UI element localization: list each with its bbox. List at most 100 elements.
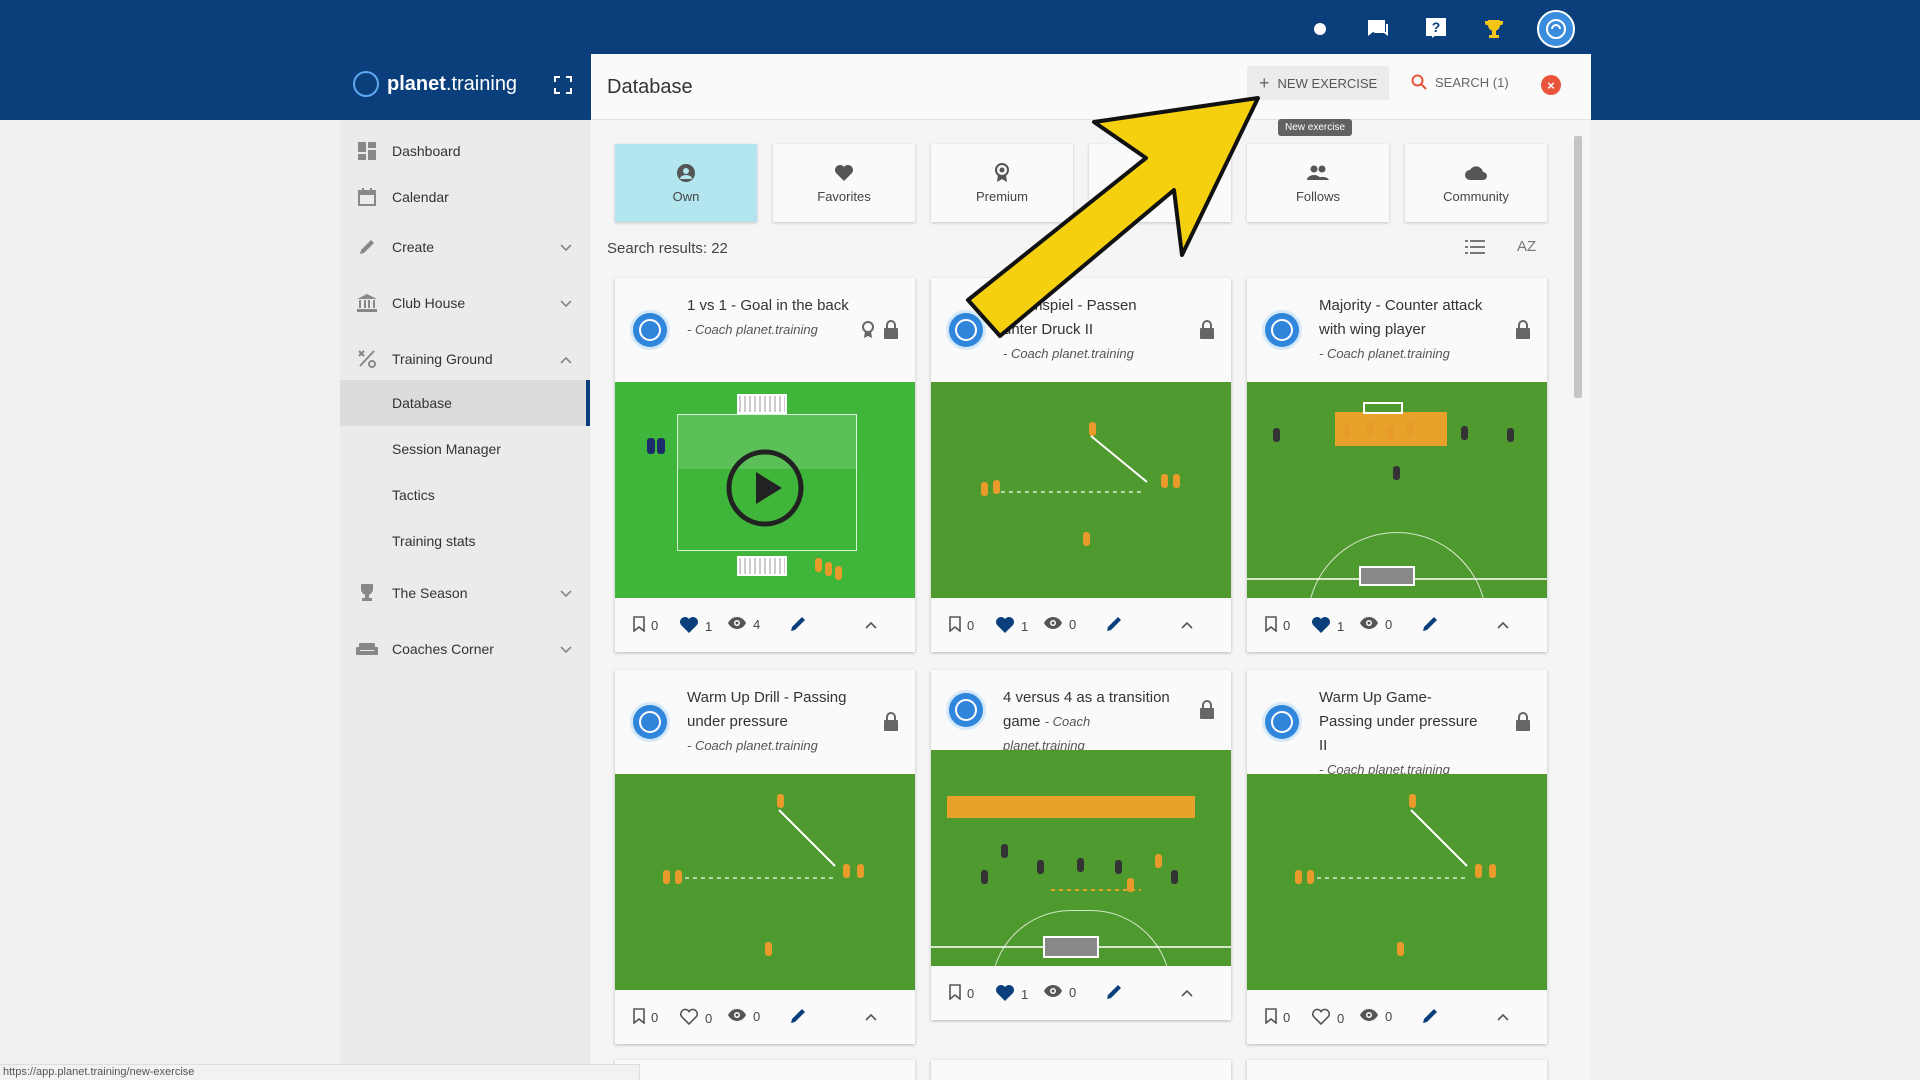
card-title[interactable]: 4 versus 4 as a transition game - Coach … bbox=[1003, 686, 1173, 758]
bookmark-stat[interactable]: 0 bbox=[633, 1008, 658, 1027]
list-view-icon[interactable] bbox=[1465, 240, 1485, 259]
exercise-card[interactable]: 4 versus 4 as a transition game - Coach … bbox=[931, 670, 1231, 1020]
heart-filled-icon bbox=[1311, 616, 1331, 637]
view-stat: 0 bbox=[1043, 616, 1076, 633]
sidebar-item-dashboard[interactable]: Dashboard bbox=[340, 130, 590, 172]
card-author: - Coach planet.training bbox=[687, 322, 818, 337]
heart-filled-icon bbox=[679, 616, 699, 637]
exercise-card[interactable]: 1 vs 1 - Goal in the back - Coach planet.… bbox=[615, 278, 915, 652]
like-stat[interactable]: 1 bbox=[995, 984, 1028, 1005]
play-video-icon[interactable] bbox=[725, 448, 805, 528]
new-exercise-button[interactable]: + NEW EXERCISE bbox=[1247, 66, 1390, 100]
exercise-card[interactable]: Warm Up Drill - Passing under pressure - … bbox=[615, 670, 915, 1044]
sidebar-item-training-ground[interactable]: Training Ground bbox=[340, 338, 590, 380]
tab-hidden[interactable] bbox=[1089, 144, 1231, 222]
help-icon[interactable]: ? bbox=[1421, 14, 1451, 44]
like-stat[interactable]: 0 bbox=[1311, 1008, 1344, 1029]
edit-icon[interactable] bbox=[789, 1007, 807, 1028]
bookmark-stat[interactable]: 0 bbox=[1265, 1008, 1290, 1027]
user-avatar[interactable] bbox=[1537, 10, 1575, 48]
exercise-card[interactable]: Majority - Counter attack with wing play… bbox=[1247, 278, 1547, 652]
trophy-icon[interactable] bbox=[1479, 14, 1509, 44]
close-search-button[interactable]: × bbox=[1541, 75, 1561, 95]
exercise-thumbnail[interactable] bbox=[1247, 774, 1547, 990]
chevron-up-icon[interactable] bbox=[1497, 617, 1509, 632]
bookmark-count: 0 bbox=[967, 986, 975, 1001]
new-exercise-tooltip: New exercise bbox=[1278, 119, 1353, 136]
bookmark-icon bbox=[949, 616, 961, 635]
sidebar-item-club-house[interactable]: Club House bbox=[340, 282, 590, 324]
tab-follows[interactable]: Follows bbox=[1247, 144, 1389, 222]
exercise-card[interactable]: Warm Up Game- Passing under pressure II -… bbox=[1247, 670, 1547, 1044]
eye-icon bbox=[727, 1008, 747, 1025]
main-panel: Database + NEW EXERCISE SEARCH (1) × New… bbox=[591, 54, 1591, 1080]
exercise-card-partial[interactable] bbox=[615, 1060, 915, 1080]
brand[interactable]: planet.training bbox=[353, 71, 517, 97]
sidebar-item-coaches-corner[interactable]: Coaches Corner bbox=[340, 628, 590, 670]
bookmark-stat[interactable]: 0 bbox=[949, 616, 974, 635]
edit-icon[interactable] bbox=[1421, 615, 1439, 636]
like-stat[interactable]: 0 bbox=[679, 1008, 712, 1029]
tab-own[interactable]: Own bbox=[615, 144, 757, 222]
chat-icon[interactable] bbox=[1363, 14, 1393, 44]
sidebar-subitem-tactics[interactable]: Tactics bbox=[340, 472, 590, 518]
award-icon bbox=[994, 162, 1010, 183]
exercise-card[interactable]: Warmspiel - Passen unter Druck II - Coach… bbox=[931, 278, 1231, 652]
edit-icon[interactable] bbox=[1105, 983, 1123, 1004]
exercise-card-partial[interactable] bbox=[1247, 1060, 1547, 1080]
edit-icon[interactable] bbox=[1105, 615, 1123, 636]
pencil-icon bbox=[356, 236, 378, 258]
card-title[interactable]: Majority - Counter attack with wing play… bbox=[1319, 294, 1489, 366]
sidebar-item-the-season[interactable]: The Season bbox=[340, 572, 590, 614]
exercise-thumbnail[interactable] bbox=[931, 750, 1231, 966]
chevron-up-icon[interactable] bbox=[865, 617, 877, 632]
scrollbar-thumb[interactable] bbox=[1574, 136, 1582, 398]
chevron-up-icon[interactable] bbox=[865, 1009, 877, 1024]
sidebar-item-create[interactable]: Create bbox=[340, 226, 590, 268]
edit-icon[interactable] bbox=[1421, 1007, 1439, 1028]
chevron-up-icon[interactable] bbox=[1181, 617, 1193, 632]
heart-outline-icon bbox=[1311, 1008, 1331, 1029]
sidebar-item-label: Coaches Corner bbox=[392, 641, 494, 657]
search-button[interactable]: SEARCH (1) bbox=[1411, 74, 1509, 90]
sidebar-subitem-database[interactable]: Database bbox=[340, 380, 590, 426]
exercise-card-partial[interactable] bbox=[931, 1060, 1231, 1080]
edit-icon[interactable] bbox=[789, 615, 807, 636]
bookmark-stat[interactable]: 0 bbox=[1265, 616, 1290, 635]
tab-label: Own bbox=[672, 188, 700, 204]
like-count: 1 bbox=[1021, 619, 1029, 634]
sidebar-subitem-training-stats[interactable]: Training stats bbox=[340, 518, 590, 564]
view-count: 0 bbox=[1385, 1009, 1393, 1024]
chevron-up-icon[interactable] bbox=[1497, 1009, 1509, 1024]
sidebar-item-label: Create bbox=[392, 239, 435, 255]
exercise-thumbnail[interactable] bbox=[615, 774, 915, 990]
tab-community[interactable]: Community bbox=[1405, 144, 1547, 222]
view-stat: 0 bbox=[1359, 1008, 1392, 1025]
exercise-thumbnail[interactable] bbox=[1247, 382, 1547, 598]
tab-premium[interactable]: Premium bbox=[931, 144, 1073, 222]
browser-status-url: https://app.planet.training/new-exercise bbox=[0, 1064, 640, 1080]
like-stat[interactable]: 1 bbox=[995, 616, 1028, 637]
card-title[interactable]: Warmspiel - Passen unter Druck II - Coach… bbox=[1003, 294, 1173, 366]
like-stat[interactable]: 1 bbox=[1311, 616, 1344, 637]
sidebar-subitem-session-manager[interactable]: Session Manager bbox=[340, 426, 590, 472]
bookmark-stat[interactable]: 0 bbox=[633, 616, 658, 635]
bookmark-stat[interactable]: 0 bbox=[949, 984, 974, 1003]
scrollbar[interactable] bbox=[1573, 126, 1583, 1080]
card-title[interactable]: 1 vs 1 - Goal in the back - Coach planet.… bbox=[687, 294, 857, 342]
sidebar-item-calendar[interactable]: Calendar bbox=[340, 176, 590, 218]
sidebar-subitem-label: Database bbox=[392, 395, 452, 411]
like-count: 0 bbox=[1337, 1011, 1345, 1026]
heart-filled-icon bbox=[995, 984, 1015, 1005]
status-dot-icon[interactable] bbox=[1305, 14, 1335, 44]
chevron-up-icon[interactable] bbox=[1181, 985, 1193, 1000]
like-stat[interactable]: 1 bbox=[679, 616, 712, 637]
card-title[interactable]: Warm Up Drill - Passing under pressure - … bbox=[687, 686, 857, 758]
card-title[interactable]: Warm Up Game- Passing under pressure II -… bbox=[1319, 686, 1489, 782]
tab-favorites[interactable]: Favorites bbox=[773, 144, 915, 222]
exercise-thumbnail[interactable] bbox=[615, 382, 915, 598]
exercise-thumbnail[interactable] bbox=[931, 382, 1231, 598]
sidebar-subitem-label: Session Manager bbox=[392, 441, 501, 457]
sort-az-icon[interactable]: AZ bbox=[1517, 238, 1536, 255]
fullscreen-icon[interactable] bbox=[554, 76, 572, 99]
